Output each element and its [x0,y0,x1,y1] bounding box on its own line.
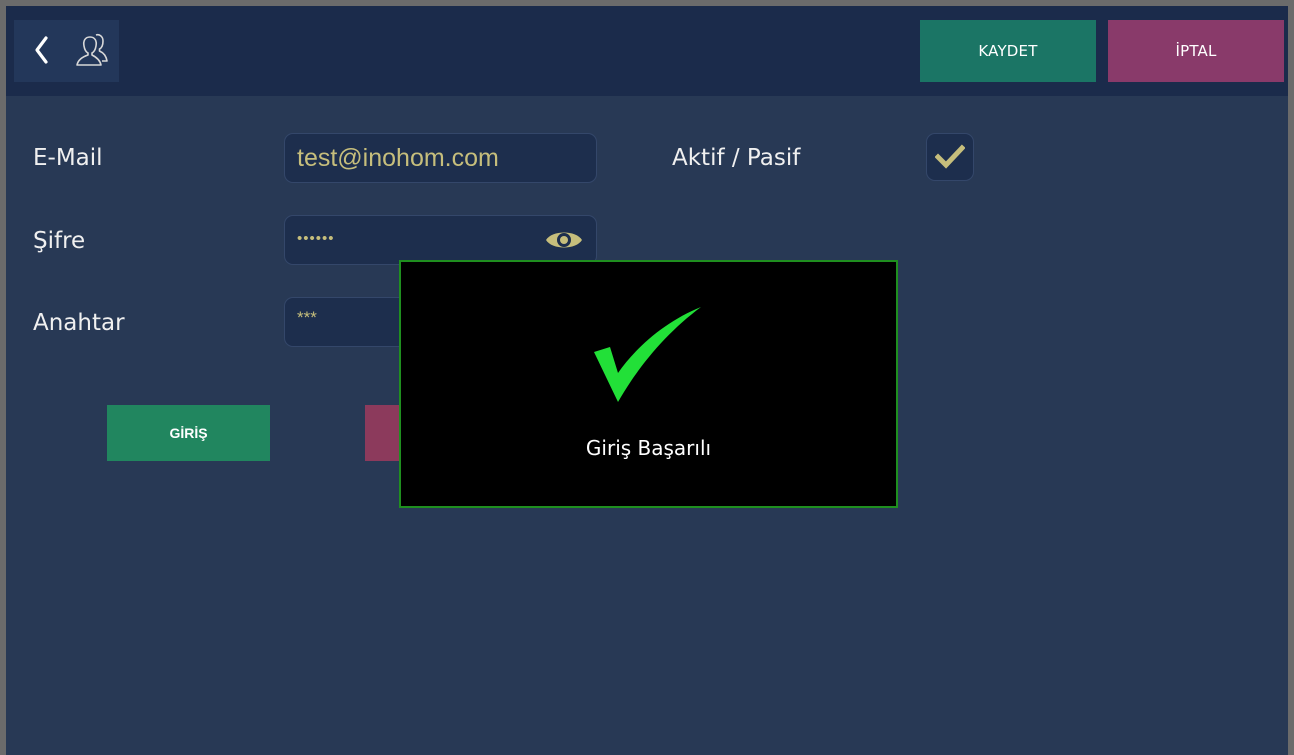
password-field[interactable]: •••••• [284,215,597,265]
cancel-button[interactable]: İPTAL [1108,20,1284,82]
check-icon [935,144,965,169]
active-label: Aktif / Pasif [672,145,801,171]
key-label: Anahtar [33,310,125,336]
email-value: test@inohom.com [297,144,499,172]
app-window: KAYDET İPTAL E-Mail test@inohom.com Akti… [6,6,1288,755]
login-button[interactable]: GİRİŞ [107,405,270,461]
email-label: E-Mail [33,145,103,171]
chevron-left-icon [35,36,48,64]
active-checkbox[interactable] [926,133,974,181]
key-value: *** [297,308,317,327]
eye-icon[interactable] [544,227,584,253]
password-value: •••••• [297,230,335,247]
checkmark-icon [594,307,701,402]
success-dialog: Giriş Başarılı [399,260,898,508]
email-field[interactable]: test@inohom.com [284,133,597,183]
dialog-message: Giriş Başarılı [585,436,712,460]
users-icon [76,33,108,66]
save-button[interactable]: KAYDET [920,20,1096,82]
password-label: Şifre [33,228,86,254]
back-button[interactable] [14,20,119,82]
top-bar: KAYDET İPTAL [6,6,1288,96]
